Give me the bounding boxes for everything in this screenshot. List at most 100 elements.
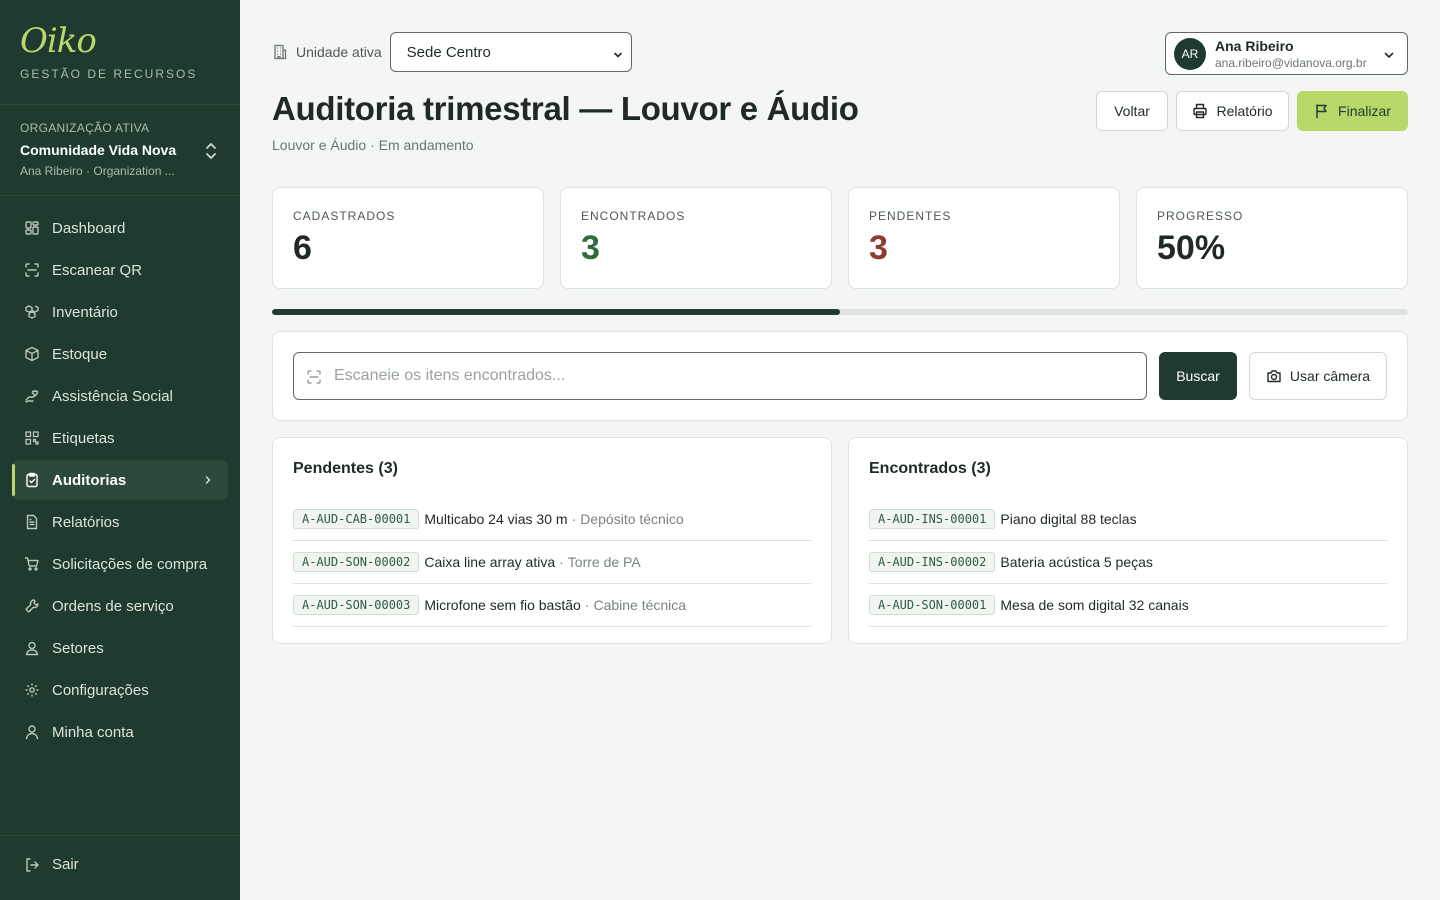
sidebar-item-setores[interactable]: Setores — [12, 628, 228, 668]
stat-label: PROGRESSO — [1157, 209, 1244, 223]
page-subtitle: Louvor e Áudio · Em andamento — [272, 137, 474, 153]
use-camera-button[interactable]: Usar câmera — [1249, 352, 1387, 400]
asset-name: Piano digital 88 teclas — [1000, 511, 1137, 527]
sidebar-item-label: Configurações — [52, 681, 149, 699]
asset-code: A-AUD-CAB-00001 — [293, 509, 420, 529]
logout-button[interactable]: Sair — [24, 856, 79, 873]
scan-icon — [24, 262, 40, 278]
sidebar-item-assistencia-social[interactable]: Assistência Social — [12, 376, 228, 416]
report-button-label: Relatório — [1216, 103, 1273, 119]
gear-icon — [24, 682, 40, 698]
pending-title: Pendentes (3) — [293, 460, 398, 477]
asset-code: A-AUD-INS-00002 — [869, 552, 996, 572]
asset-code: A-AUD-SON-00003 — [293, 595, 420, 615]
asset-name: Multicabo 24 vias 30 m — [424, 511, 568, 527]
chevrons-up-down-icon[interactable] — [202, 141, 220, 161]
sidebar-item-label: Inventário — [52, 303, 118, 321]
sidebar-item-label: Estoque — [52, 345, 108, 363]
brand-logo[interactable]: Oiko — [20, 22, 197, 60]
sidebar-item-escanear-qr[interactable]: Escanear QR — [12, 250, 228, 290]
asset-name: Caixa line array ativa — [424, 554, 556, 570]
file-text-icon — [24, 514, 40, 530]
sidebar-item-etiquetas[interactable]: Etiquetas — [12, 418, 228, 458]
printer-icon — [1192, 103, 1208, 119]
unit-select-value: Sede Centro — [406, 43, 491, 61]
sidebar-divider — [0, 104, 240, 105]
sidebar-item-auditorias[interactable]: Auditorias — [12, 460, 228, 500]
building-icon — [272, 44, 288, 60]
brand: Oiko GESTÃO DE RECURSOS — [20, 22, 197, 81]
sidebar-divider — [0, 195, 240, 196]
brand-subtitle: GESTÃO DE RECURSOS — [20, 67, 198, 81]
back-button[interactable]: Voltar — [1096, 91, 1168, 131]
sidebar-nav: Dashboard Escanear QR Inventário Estoque… — [12, 208, 228, 754]
org-switcher[interactable]: ORGANIZAÇÃO ATIVA Comunidade Vida Nova A… — [20, 121, 220, 178]
org-caption: ORGANIZAÇÃO ATIVA — [20, 121, 150, 135]
users-icon — [24, 640, 40, 656]
stat-card-encontrados: ENCONTRADOS 3 — [560, 187, 832, 289]
logout-label: Sair — [52, 856, 79, 873]
sidebar-item-minha-conta[interactable]: Minha conta — [12, 712, 228, 752]
asset-location: Depósito técnico — [580, 511, 684, 527]
sidebar-item-dashboard[interactable]: Dashboard — [12, 208, 228, 248]
clipboard-check-icon — [24, 472, 40, 488]
asset-name: Bateria acústica 5 peças — [1000, 554, 1153, 570]
separator: · — [559, 554, 564, 570]
user-menu[interactable]: AR Ana Ribeiro ana.ribeiro@vidanova.org.… — [1165, 32, 1408, 75]
sidebar-item-solicitacoes-de-compra[interactable]: Solicitações de compra — [12, 544, 228, 584]
found-item[interactable]: A-AUD-SON-00001 Mesa de som digital 32 c… — [869, 584, 1387, 627]
scan-input-placeholder: Escaneie os itens encontrados... — [334, 367, 566, 384]
org-meta: Ana Ribeiro · Organization ... — [20, 164, 175, 178]
sidebar-item-inventario[interactable]: Inventário — [12, 292, 228, 332]
org-name: Comunidade Vida Nova — [20, 142, 177, 158]
pending-item[interactable]: A-AUD-CAB-00001 Multicabo 24 vias 30 m ·… — [293, 498, 811, 541]
sidebar-item-estoque[interactable]: Estoque — [12, 334, 228, 374]
scan-input[interactable]: Escaneie os itens encontrados... — [293, 352, 1147, 400]
asset-location: Cabine técnica — [593, 597, 687, 613]
found-item[interactable]: A-AUD-INS-00001 Piano digital 88 teclas — [869, 498, 1387, 541]
report-button[interactable]: Relatório — [1176, 91, 1289, 131]
finish-button-label: Finalizar — [1338, 103, 1391, 119]
separator: · — [571, 511, 577, 527]
active-unit: Unidade ativa Sede Centro — [272, 32, 632, 72]
use-camera-label: Usar câmera — [1289, 368, 1371, 384]
package-icon — [24, 346, 40, 362]
sidebar-item-ordens-de-servico[interactable]: Ordens de serviço — [12, 586, 228, 626]
chevron-down-icon — [613, 47, 623, 58]
sidebar-item-configuracoes[interactable]: Configurações — [12, 670, 228, 710]
chevron-right-icon — [202, 473, 214, 485]
sidebar-item-label: Dashboard — [52, 219, 126, 237]
pending-item[interactable]: A-AUD-SON-00002 Caixa line array ativa ·… — [293, 541, 811, 584]
flag-icon — [1314, 103, 1330, 119]
asset-code: A-AUD-SON-00001 — [869, 595, 996, 615]
pending-list: A-AUD-CAB-00001 Multicabo 24 vias 30 m ·… — [293, 498, 811, 627]
pending-item[interactable]: A-AUD-SON-00003 Microfone sem fio bastão… — [293, 584, 811, 627]
user-name: Ana Ribeiro — [1215, 37, 1294, 54]
search-button[interactable]: Buscar — [1159, 352, 1237, 400]
progress-bar — [272, 309, 1408, 315]
chevron-down-icon — [1383, 48, 1395, 60]
qr-code-icon — [24, 430, 40, 446]
asset-location: Torre de PA — [567, 554, 641, 570]
sidebar-item-label: Etiquetas — [52, 429, 115, 447]
stat-value: 3 — [869, 229, 888, 267]
sidebar-item-label: Setores — [52, 639, 104, 657]
pending-card: Pendentes (3) A-AUD-CAB-00001 Multicabo … — [272, 437, 832, 644]
unit-select[interactable]: Sede Centro — [389, 32, 632, 72]
page-title: Auditoria trimestral — Louvor e Áudio — [272, 90, 859, 127]
user-icon — [24, 724, 40, 740]
separator: · — [584, 597, 590, 613]
asset-name: Microfone sem fio bastão — [424, 597, 581, 613]
found-item[interactable]: A-AUD-INS-00002 Bateria acústica 5 peças — [869, 541, 1387, 584]
sidebar-item-label: Solicitações de compra — [52, 555, 208, 573]
unit-label: Unidade ativa — [296, 44, 382, 60]
found-card: Encontrados (3) A-AUD-INS-00001 Piano di… — [848, 437, 1408, 644]
finish-button[interactable]: Finalizar — [1297, 91, 1408, 131]
stat-card-progresso: PROGRESSO 50% — [1136, 187, 1408, 289]
search-button-label: Buscar — [1176, 368, 1220, 384]
stat-label: CADASTRADOS — [293, 209, 396, 223]
sidebar-item-relatorios[interactable]: Relatórios — [12, 502, 228, 542]
wrench-icon — [24, 598, 40, 614]
sidebar-item-label: Minha conta — [52, 723, 134, 741]
sidebar-item-label: Auditorias — [52, 471, 127, 489]
